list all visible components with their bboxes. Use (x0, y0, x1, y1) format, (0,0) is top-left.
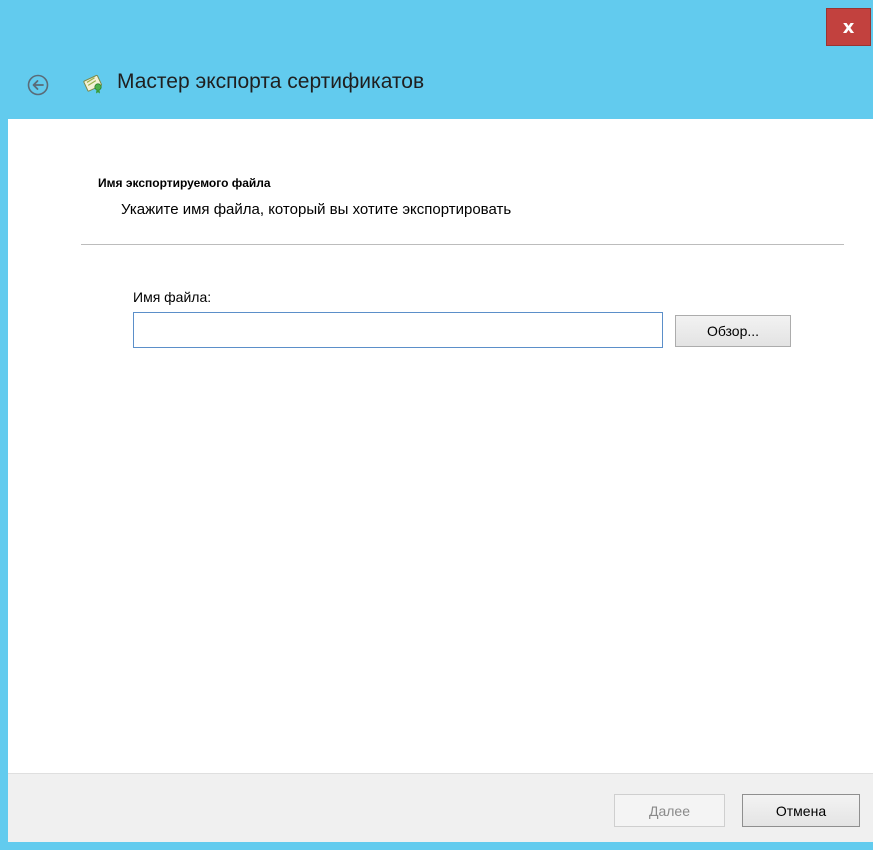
wizard-footer: Далее Отмена (8, 773, 873, 842)
section-title: Имя экспортируемого файла (98, 176, 271, 190)
next-button[interactable]: Далее (614, 794, 725, 827)
certificate-icon (83, 74, 102, 94)
certificate-export-wizard-window: x Мастер экспорта сертификатов Имя экспо… (0, 0, 873, 850)
browse-button[interactable]: Обзор... (675, 315, 791, 347)
wizard-title: Мастер экспорта сертификатов (117, 70, 425, 93)
file-name-label: Имя файла: (133, 289, 212, 305)
wizard-content: Имя экспортируемого файла Укажите имя фа… (8, 119, 873, 773)
section-subtitle: Укажите имя файла, который вы хотите экс… (121, 201, 512, 218)
file-name-input[interactable] (133, 312, 663, 348)
close-button[interactable]: x (826, 8, 871, 46)
cancel-button[interactable]: Отмена (742, 794, 860, 827)
divider (81, 244, 844, 245)
wizard-header: Мастер экспорта сертификатов (0, 46, 873, 119)
back-arrow-icon[interactable] (27, 74, 49, 96)
close-icon: x (842, 16, 855, 38)
